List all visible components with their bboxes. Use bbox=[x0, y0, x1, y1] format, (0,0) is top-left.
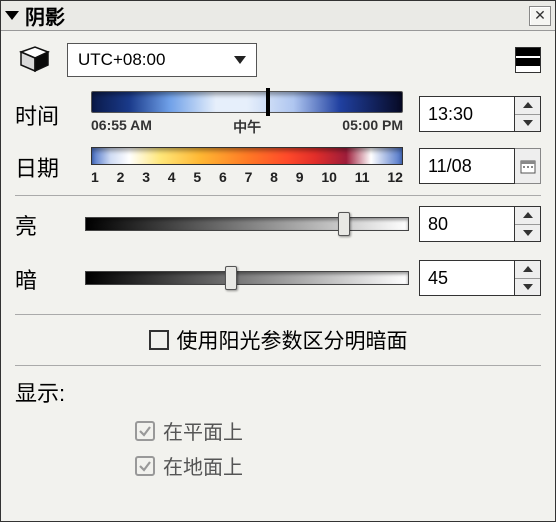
on-faces-label: 在平面上 bbox=[163, 416, 243, 445]
sunlight-checkbox[interactable] bbox=[149, 330, 169, 350]
display-section-label: 显示: bbox=[15, 376, 541, 408]
shadows-panel: 阴影 ✕ UTC+08:00 时间 bbox=[0, 0, 556, 522]
time-slider[interactable] bbox=[91, 91, 403, 113]
date-slider[interactable] bbox=[91, 147, 403, 165]
spinner-up-icon[interactable] bbox=[515, 261, 540, 279]
light-input[interactable]: 80 bbox=[419, 206, 515, 242]
dark-input[interactable]: 45 bbox=[419, 260, 515, 296]
date-label: 日期 bbox=[15, 149, 85, 183]
date-scale-labels: 123456789101112 bbox=[91, 169, 403, 185]
spinner-down-icon[interactable] bbox=[515, 225, 540, 242]
titlebar: 阴影 ✕ bbox=[1, 1, 555, 31]
date-input[interactable]: 11/08 bbox=[419, 148, 515, 184]
spinner-down-icon[interactable] bbox=[515, 279, 540, 296]
calendar-button[interactable] bbox=[515, 148, 541, 184]
on-ground-checkbox[interactable] bbox=[135, 456, 155, 476]
light-slider[interactable] bbox=[85, 217, 409, 231]
dark-slider[interactable] bbox=[85, 271, 409, 285]
timezone-select[interactable]: UTC+08:00 bbox=[67, 43, 257, 77]
sunrise-label: 06:55 AM bbox=[91, 117, 152, 137]
divider bbox=[15, 195, 541, 196]
panel-settings-icon[interactable] bbox=[515, 47, 541, 73]
dark-label: 暗 bbox=[15, 261, 85, 295]
noon-label: 中午 bbox=[233, 117, 261, 137]
spinner-up-icon[interactable] bbox=[515, 97, 540, 115]
close-button[interactable]: ✕ bbox=[529, 6, 551, 26]
sunset-label: 05:00 PM bbox=[342, 117, 403, 137]
on-ground-label: 在地面上 bbox=[163, 451, 243, 480]
time-scale-labels: 06:55 AM 中午 05:00 PM bbox=[91, 117, 403, 137]
spinner-up-icon[interactable] bbox=[515, 207, 540, 225]
divider bbox=[15, 365, 541, 366]
dark-spinner[interactable] bbox=[515, 260, 541, 296]
light-label: 亮 bbox=[15, 207, 85, 241]
light-spinner[interactable] bbox=[515, 206, 541, 242]
time-label: 时间 bbox=[15, 97, 85, 131]
divider bbox=[15, 314, 541, 315]
time-spinner[interactable] bbox=[515, 96, 541, 132]
chevron-down-icon bbox=[234, 56, 246, 64]
dark-slider-handle[interactable] bbox=[225, 266, 237, 290]
spinner-down-icon[interactable] bbox=[515, 115, 540, 132]
timezone-value: UTC+08:00 bbox=[78, 50, 165, 70]
panel-title: 阴影 bbox=[25, 1, 529, 30]
time-input[interactable]: 13:30 bbox=[419, 96, 515, 132]
on-faces-checkbox[interactable] bbox=[135, 421, 155, 441]
shadow-toggle-icon[interactable] bbox=[15, 43, 53, 77]
collapse-triangle-icon[interactable] bbox=[5, 11, 19, 20]
sunlight-checkbox-label: 使用阳光参数区分明暗面 bbox=[177, 325, 408, 355]
light-slider-handle[interactable] bbox=[338, 212, 350, 236]
